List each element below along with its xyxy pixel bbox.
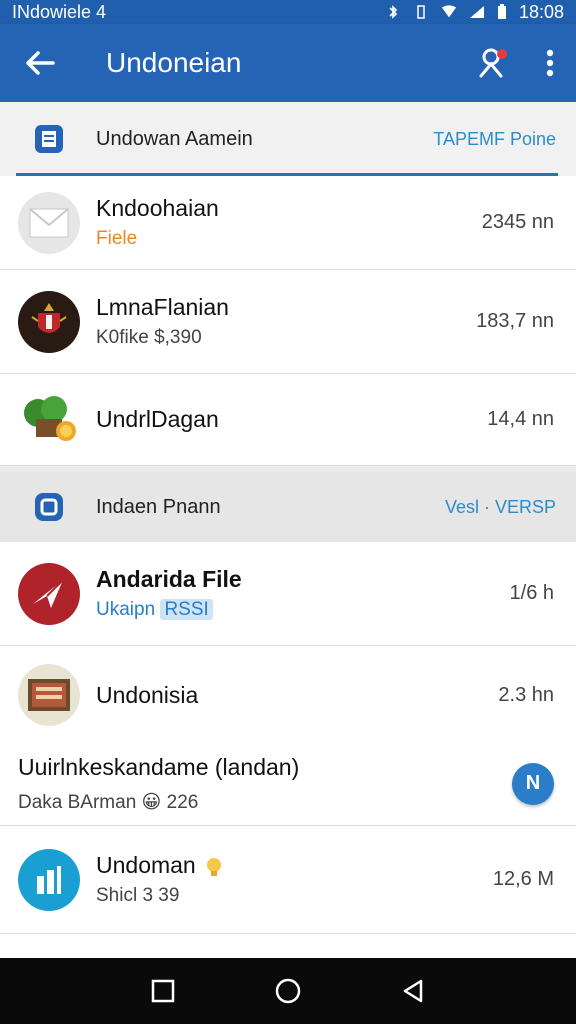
more-vert-icon [546,49,554,77]
gallery-avatar [18,664,80,726]
item-subtitle: Fiele [96,228,138,249]
emblem-avatar [18,290,80,353]
battery-icon [497,4,506,19]
bar-chart-icon [37,865,61,894]
item-title: Undoman [96,852,493,879]
status-time: 18:08 [518,1,564,22]
item-size: 1/6 h [509,582,554,604]
item-subtitle: Shicl 3 39 [96,885,180,906]
section-title: Undowan Aamein [96,127,253,150]
chat-icon [35,493,63,521]
item-subtitle: Ukaipn [96,599,156,620]
home-button[interactable] [258,961,318,1021]
section-title: Indaen Pnann [96,495,221,518]
compose-fab[interactable]: N [512,762,554,805]
vibrate-icon [417,5,425,19]
item-size: 14,4 nn [487,408,554,430]
coat-of-arms-icon [31,302,67,333]
back-nav-button[interactable] [383,961,443,1021]
mail-avatar [18,191,80,254]
item-badge: RSSI [160,599,213,620]
overflow-menu-button[interactable] [524,24,576,102]
section-action-link[interactable]: TAPEMF Poine [433,129,556,150]
file-avatar [18,562,80,625]
photo-frame-icon [28,679,70,711]
status-carrier: INdowiele 4 [12,1,107,22]
list-item[interactable]: Andarida File Ukaipn RSSI 1/6 h [0,542,576,646]
recents-button[interactable] [133,961,193,1021]
back-button[interactable] [0,24,80,102]
lightbulb-icon [207,857,222,876]
item-title: Kndoohaian [96,195,219,221]
list-item[interactable]: Kndoohaian Fiele 2345 nn [0,176,576,270]
tree-avatar [18,388,80,451]
add-contact-button[interactable] [464,24,524,102]
item-subtitle: Daka BArman 😀 226 [18,791,199,813]
item-title-text: Undoman [96,852,196,878]
list-item[interactable]: LmnaFlanian K0fike $,390 183,7 nn [0,270,576,374]
wifi-icon [441,5,457,18]
item-title: Uuirlnkeskandame (landan) [18,753,300,780]
arrow-back-icon [26,51,55,75]
chart-avatar [18,848,80,911]
section-header: Undowan Aamein TAPEMF Poine [0,102,576,176]
circle-icon [275,978,301,1004]
item-title: LmnaFlanian [96,294,229,320]
mail-icon [29,207,69,237]
bluetooth-icon [389,5,398,19]
tree-icon [24,395,76,441]
list-item[interactable]: UndrlDagan 14,4 nn [0,374,576,466]
item-size: 2345 nn [481,211,554,233]
section-header: Indaen Pnann Vesl · VERSP [0,472,576,542]
app-bar: Undoneian [0,24,576,102]
send-icon [33,578,64,608]
document-icon [35,125,63,153]
item-title: Undonisia [96,681,199,708]
item-title: Andarida File [96,566,242,592]
conversation-list: Undowan Aamein TAPEMF Poine Kndoohaian F… [0,102,576,964]
item-size: 12,6 M [492,868,554,890]
section-action-link[interactable]: Vesl · VERSP [445,497,556,518]
item-title: UndrlDagan [96,406,219,432]
fab-label: N [525,772,541,794]
status-bar: INdowiele 4 18:08 [0,0,576,24]
navigation-bar [0,958,576,1024]
list-item[interactable]: Undonisia 2.3 hn Uuirlnkeskandame (landa… [0,646,576,826]
item-size: 2.3 hn [498,683,554,706]
square-icon [151,979,174,1003]
item-subtitle: K0fike $,390 [96,327,202,348]
page-title: Undoneian [106,47,242,78]
person-add-icon [479,48,507,78]
item-size: 183,7 nn [476,310,554,332]
triangle-back-icon [404,979,423,1003]
list-item[interactable]: Undoman Shicl 3 39 12,6 M [0,826,576,934]
signal-icon [469,6,484,18]
